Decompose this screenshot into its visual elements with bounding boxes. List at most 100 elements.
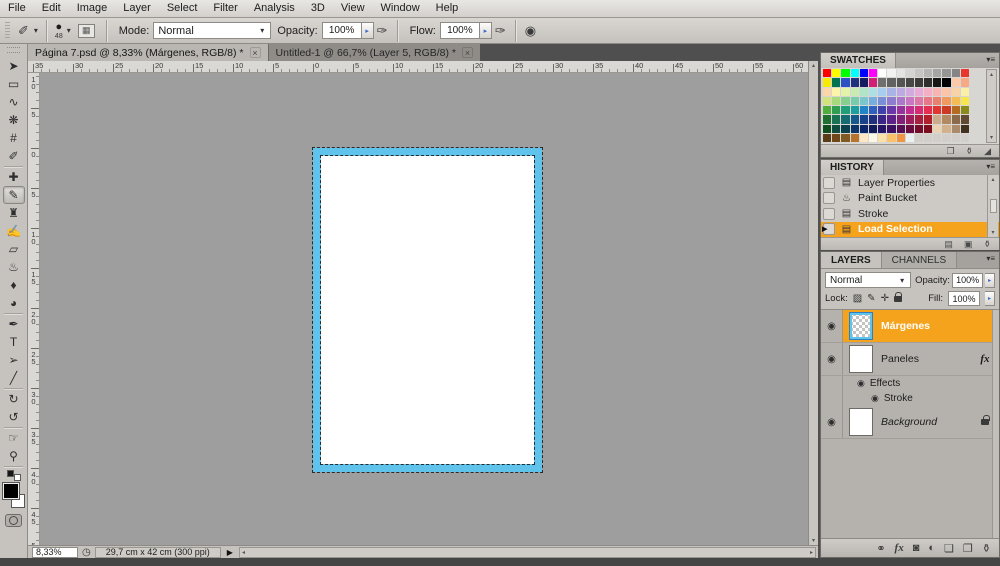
color-swatch[interactable] — [952, 125, 960, 133]
color-swatch[interactable] — [933, 125, 941, 133]
color-swatch[interactable] — [823, 134, 831, 142]
color-swatch[interactable] — [942, 69, 950, 77]
tab-history[interactable]: HISTORY — [821, 160, 884, 175]
new-document-from-state-button[interactable]: ▤ — [944, 239, 953, 250]
color-swatch[interactable] — [942, 88, 950, 96]
color-swatch[interactable] — [897, 134, 905, 142]
tool-crop[interactable]: # — [3, 129, 25, 147]
tool-line[interactable]: ╱ — [3, 369, 25, 387]
scroll-up-icon[interactable]: ▴ — [991, 176, 994, 183]
panel-menu-icon[interactable]: ▾≡ — [986, 254, 995, 263]
history-scrollbar[interactable]: ▴ ▾ — [987, 175, 998, 237]
color-swatch[interactable] — [887, 106, 895, 114]
color-swatch[interactable] — [869, 106, 877, 114]
history-item[interactable]: ▤Stroke — [821, 206, 999, 222]
tool-3d-rotate[interactable]: ↻ — [3, 390, 25, 408]
color-swatch[interactable] — [860, 78, 868, 86]
color-swatch[interactable] — [841, 69, 849, 77]
delete-state-button[interactable]: ⚱ — [983, 239, 991, 250]
color-swatch[interactable] — [887, 115, 895, 123]
color-swatch[interactable] — [952, 97, 960, 105]
color-swatch[interactable] — [823, 115, 831, 123]
color-swatch[interactable] — [915, 88, 923, 96]
tool-eraser[interactable]: ▱ — [3, 240, 25, 258]
vertical-ruler[interactable]: 10505101520253035404550 — [28, 73, 40, 545]
scroll-down-icon[interactable]: ▾ — [990, 134, 993, 141]
menu-filter[interactable]: Filter — [205, 0, 245, 17]
color-swatch[interactable] — [841, 88, 849, 96]
color-swatch[interactable] — [887, 78, 895, 86]
color-swatch[interactable] — [841, 97, 849, 105]
menu-window[interactable]: Window — [373, 0, 428, 17]
color-swatch[interactable] — [878, 88, 886, 96]
toolbox-grip[interactable] — [7, 47, 20, 53]
color-swatch[interactable] — [933, 69, 941, 77]
document-tab-untitled1[interactable]: Untitled-1 @ 66,7% (Layer 5, RGB/8) * × — [268, 44, 480, 61]
opacity-slider-button[interactable]: ▸ — [362, 22, 374, 39]
new-layer-button[interactable]: ❐ — [963, 542, 973, 555]
layer-thumbnail[interactable] — [849, 312, 873, 340]
horizontal-scrollbar[interactable]: ◂ ▸ — [239, 547, 816, 558]
color-swatch[interactable] — [961, 78, 969, 86]
canvas-page[interactable] — [313, 148, 542, 472]
color-swatch[interactable] — [841, 134, 849, 142]
color-swatch[interactable] — [832, 125, 840, 133]
document-tab-pagina7[interactable]: Página 7.psd @ 8,33% (Márgenes, RGB/8) *… — [28, 44, 268, 61]
lock-paint-icon[interactable]: ✎ — [867, 293, 875, 304]
color-swatch[interactable] — [942, 125, 950, 133]
color-swatch[interactable] — [887, 97, 895, 105]
color-swatch[interactable] — [878, 97, 886, 105]
color-swatch[interactable] — [878, 134, 886, 142]
color-swatch[interactable] — [942, 106, 950, 114]
zoom-level-input[interactable]: 8,33% — [32, 547, 78, 558]
color-swatch[interactable] — [832, 134, 840, 142]
color-swatch[interactable] — [933, 78, 941, 86]
adjustment-layer-button[interactable]: ◐ — [928, 542, 935, 554]
tool-eyedropper[interactable]: ✐ — [3, 147, 25, 165]
history-item[interactable]: ▤Layer Properties — [821, 175, 999, 191]
delete-swatch-button[interactable]: ⚱ — [966, 146, 974, 157]
color-swatch[interactable] — [832, 106, 840, 114]
color-swatch[interactable] — [851, 134, 859, 142]
tool-blur[interactable]: ♦ — [3, 276, 25, 294]
color-swatch[interactable] — [832, 69, 840, 77]
color-swatch[interactable] — [906, 69, 914, 77]
layer-thumbnail[interactable] — [849, 408, 873, 436]
flow-slider-button[interactable]: ▸ — [480, 22, 492, 39]
color-swatch[interactable] — [933, 115, 941, 123]
color-swatch[interactable] — [924, 69, 932, 77]
color-swatch[interactable] — [878, 115, 886, 123]
color-swatch[interactable] — [952, 115, 960, 123]
opacity-input[interactable]: 100% — [322, 22, 362, 39]
color-swatch[interactable] — [924, 78, 932, 86]
horizontal-ruler[interactable]: 3530252015105051015202530354045505560 — [28, 61, 808, 73]
layer-opacity-input[interactable]: 100% — [952, 273, 983, 288]
color-swatch[interactable] — [915, 78, 923, 86]
color-swatch[interactable] — [860, 88, 868, 96]
options-bar-grip[interactable] — [5, 22, 10, 40]
color-swatch[interactable] — [924, 106, 932, 114]
add-layer-mask-button[interactable]: ◙ — [913, 542, 920, 554]
scroll-up-icon[interactable]: ▴ — [812, 62, 815, 69]
color-swatch[interactable] — [823, 125, 831, 133]
color-swatch[interactable] — [897, 69, 905, 77]
default-colors-widget[interactable] — [6, 470, 22, 481]
layer-row-background[interactable]: ◉Background — [821, 406, 999, 439]
color-swatch[interactable] — [933, 97, 941, 105]
foreground-color-swatch[interactable] — [3, 483, 19, 499]
visibility-eye-icon[interactable]: ◉ — [821, 406, 843, 438]
tool-brush[interactable]: ✎ — [3, 186, 25, 204]
color-swatch[interactable] — [841, 115, 849, 123]
panel-menu-icon[interactable]: ▾≡ — [986, 55, 995, 64]
close-icon[interactable]: × — [250, 47, 261, 58]
color-swatch[interactable] — [878, 106, 886, 114]
color-swatch[interactable] — [860, 69, 868, 77]
blend-mode-select[interactable]: Normal ▾ — [153, 22, 271, 39]
color-swatch[interactable] — [942, 97, 950, 105]
history-source-checkbox[interactable] — [823, 177, 835, 189]
color-swatch[interactable] — [933, 106, 941, 114]
layer-row-paneles[interactable]: ◉Panelesfx▴ — [821, 343, 999, 376]
effect-row-stroke[interactable]: ◉Stroke — [821, 391, 999, 406]
color-swatch[interactable] — [906, 97, 914, 105]
color-swatch[interactable] — [860, 125, 868, 133]
